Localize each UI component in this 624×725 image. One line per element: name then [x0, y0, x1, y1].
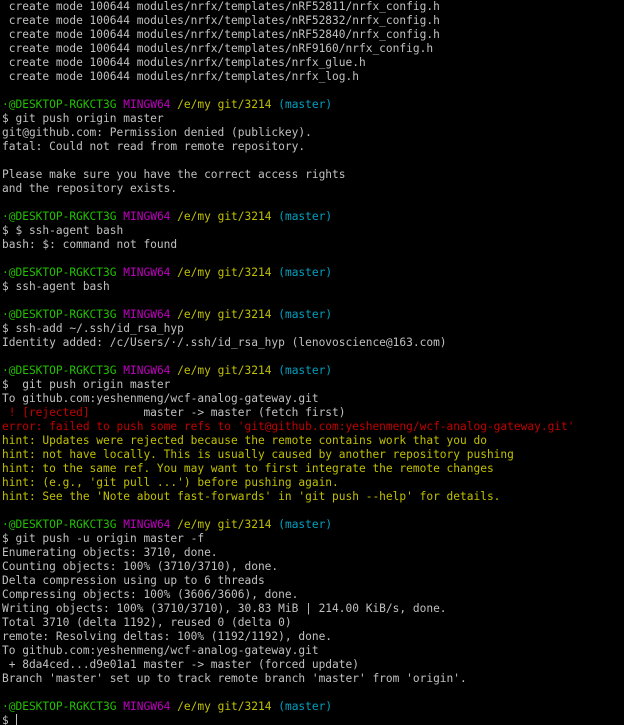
prompt-symbol: $ — [2, 714, 16, 725]
prompt-line: ·@DESKTOP-RGKCT3G MINGW64 /e/my git/3214… — [2, 210, 624, 224]
prompt-path: /e/my git/3214 — [177, 210, 272, 223]
prompt-line: ·@DESKTOP-RGKCT3G MINGW64 /e/my git/3214… — [2, 700, 624, 714]
output-line: create mode 100644 modules/nrfx/template… — [2, 0, 440, 13]
output-line: create mode 100644 modules/nrfx/template… — [2, 28, 440, 41]
prompt-env: MINGW64 — [123, 308, 171, 321]
prompt-branch: (master) — [278, 308, 333, 321]
output-line: create mode 100644 modules/nrfx/template… — [2, 70, 359, 83]
output-line: and the repository exists. — [2, 182, 178, 195]
text-cursor[interactable] — [16, 714, 18, 725]
prompt-branch: (master) — [278, 266, 333, 279]
prompt-branch: (master) — [278, 364, 333, 377]
output-line: Please make sure you have the correct ac… — [2, 168, 346, 181]
prompt-user-host: ·@DESKTOP-RGKCT3G — [2, 98, 117, 111]
rejected-detail: master -> master (fetch first) — [89, 406, 346, 419]
output-line: bash: $: command not found — [2, 238, 178, 251]
hint-line: hint: (e.g., 'git pull ...') before push… — [2, 476, 339, 489]
current-input-line[interactable]: $ — [2, 714, 624, 725]
output-line: Counting objects: 100% (3710/3710), done… — [2, 560, 279, 573]
output-line: To github.com:yeshenmeng/wcf-analog-gate… — [2, 644, 319, 657]
command-line: $ git push origin master — [2, 378, 171, 391]
output-line: Delta compression using up to 6 threads — [2, 574, 265, 587]
output-line: create mode 100644 modules/nrfx/template… — [2, 56, 366, 69]
prompt-user-host: ·@DESKTOP-RGKCT3G — [2, 700, 117, 713]
output-line: Enumerating objects: 3710, done. — [2, 546, 218, 559]
prompt-user-host: ·@DESKTOP-RGKCT3G — [2, 518, 117, 531]
prompt-env: MINGW64 — [123, 364, 171, 377]
command-line: $ git push -u origin master -f — [2, 532, 205, 545]
output-line: git@github.com: Permission denied (publi… — [2, 126, 312, 139]
prompt-line: ·@DESKTOP-RGKCT3G MINGW64 /e/my git/3214… — [2, 98, 624, 112]
output-line: Total 3710 (delta 1192), reused 0 (delta… — [2, 616, 292, 629]
prompt-branch: (master) — [278, 700, 333, 713]
prompt-path: /e/my git/3214 — [177, 98, 272, 111]
output-line: Writing objects: 100% (3710/3710), 30.83… — [2, 602, 447, 615]
prompt-env: MINGW64 — [123, 210, 171, 223]
prompt-path: /e/my git/3214 — [177, 518, 272, 531]
terminal-window[interactable]: create mode 100644 modules/nrfx/template… — [0, 0, 624, 725]
hint-line: hint: not have locally. This is usually … — [2, 448, 514, 461]
prompt-line: ·@DESKTOP-RGKCT3G MINGW64 /e/my git/3214… — [2, 364, 624, 378]
rejected-label: ! [rejected] — [2, 406, 90, 419]
prompt-branch: (master) — [278, 518, 333, 531]
prompt-line: ·@DESKTOP-RGKCT3G MINGW64 /e/my git/3214… — [2, 266, 624, 280]
output-line: Identity added: /c/Users/·/.ssh/id_rsa_h… — [2, 336, 447, 349]
prompt-path: /e/my git/3214 — [177, 364, 272, 377]
output-line: create mode 100644 modules/nrfx/template… — [2, 42, 434, 55]
prompt-env: MINGW64 — [123, 700, 171, 713]
output-line: Branch 'master' set up to track remote b… — [2, 672, 467, 685]
command-line: $ ssh-add ~/.ssh/id_rsa_hyp — [2, 322, 184, 335]
output-line: + 8da4ced...d9e01a1 master -> master (fo… — [2, 658, 359, 671]
output-line: remote: Resolving deltas: 100% (1192/119… — [2, 630, 333, 643]
prompt-user-host: ·@DESKTOP-RGKCT3G — [2, 308, 117, 321]
rejected-line: ! [rejected] master -> master (fetch fir… — [2, 406, 624, 420]
output-line: To github.com:yeshenmeng/wcf-analog-gate… — [2, 392, 319, 405]
command-line: $ $ ssh-agent bash — [2, 224, 124, 237]
output-line: fatal: Could not read from remote reposi… — [2, 140, 306, 153]
prompt-branch: (master) — [278, 210, 333, 223]
output-line: Compressing objects: 100% (3606/3606), d… — [2, 588, 299, 601]
hint-line: hint: Updates were rejected because the … — [2, 434, 487, 447]
prompt-line: ·@DESKTOP-RGKCT3G MINGW64 /e/my git/3214… — [2, 308, 624, 322]
command-line: $ ssh-agent bash — [2, 280, 110, 293]
prompt-branch: (master) — [278, 98, 333, 111]
prompt-path: /e/my git/3214 — [177, 266, 272, 279]
prompt-path: /e/my git/3214 — [177, 700, 272, 713]
prompt-path: /e/my git/3214 — [177, 308, 272, 321]
prompt-env: MINGW64 — [123, 266, 171, 279]
command-line: $ git push origin master — [2, 112, 164, 125]
error-line: error: failed to push some refs to 'git@… — [2, 420, 575, 433]
prompt-env: MINGW64 — [123, 98, 171, 111]
prompt-user-host: ·@DESKTOP-RGKCT3G — [2, 210, 117, 223]
hint-line: hint: See the 'Note about fast-forwards'… — [2, 490, 501, 503]
output-line: create mode 100644 modules/nrfx/template… — [2, 14, 440, 27]
hint-line: hint: to the same ref. You may want to f… — [2, 462, 494, 475]
prompt-user-host: ·@DESKTOP-RGKCT3G — [2, 266, 117, 279]
prompt-line: ·@DESKTOP-RGKCT3G MINGW64 /e/my git/3214… — [2, 518, 624, 532]
prompt-env: MINGW64 — [123, 518, 171, 531]
prompt-user-host: ·@DESKTOP-RGKCT3G — [2, 364, 117, 377]
